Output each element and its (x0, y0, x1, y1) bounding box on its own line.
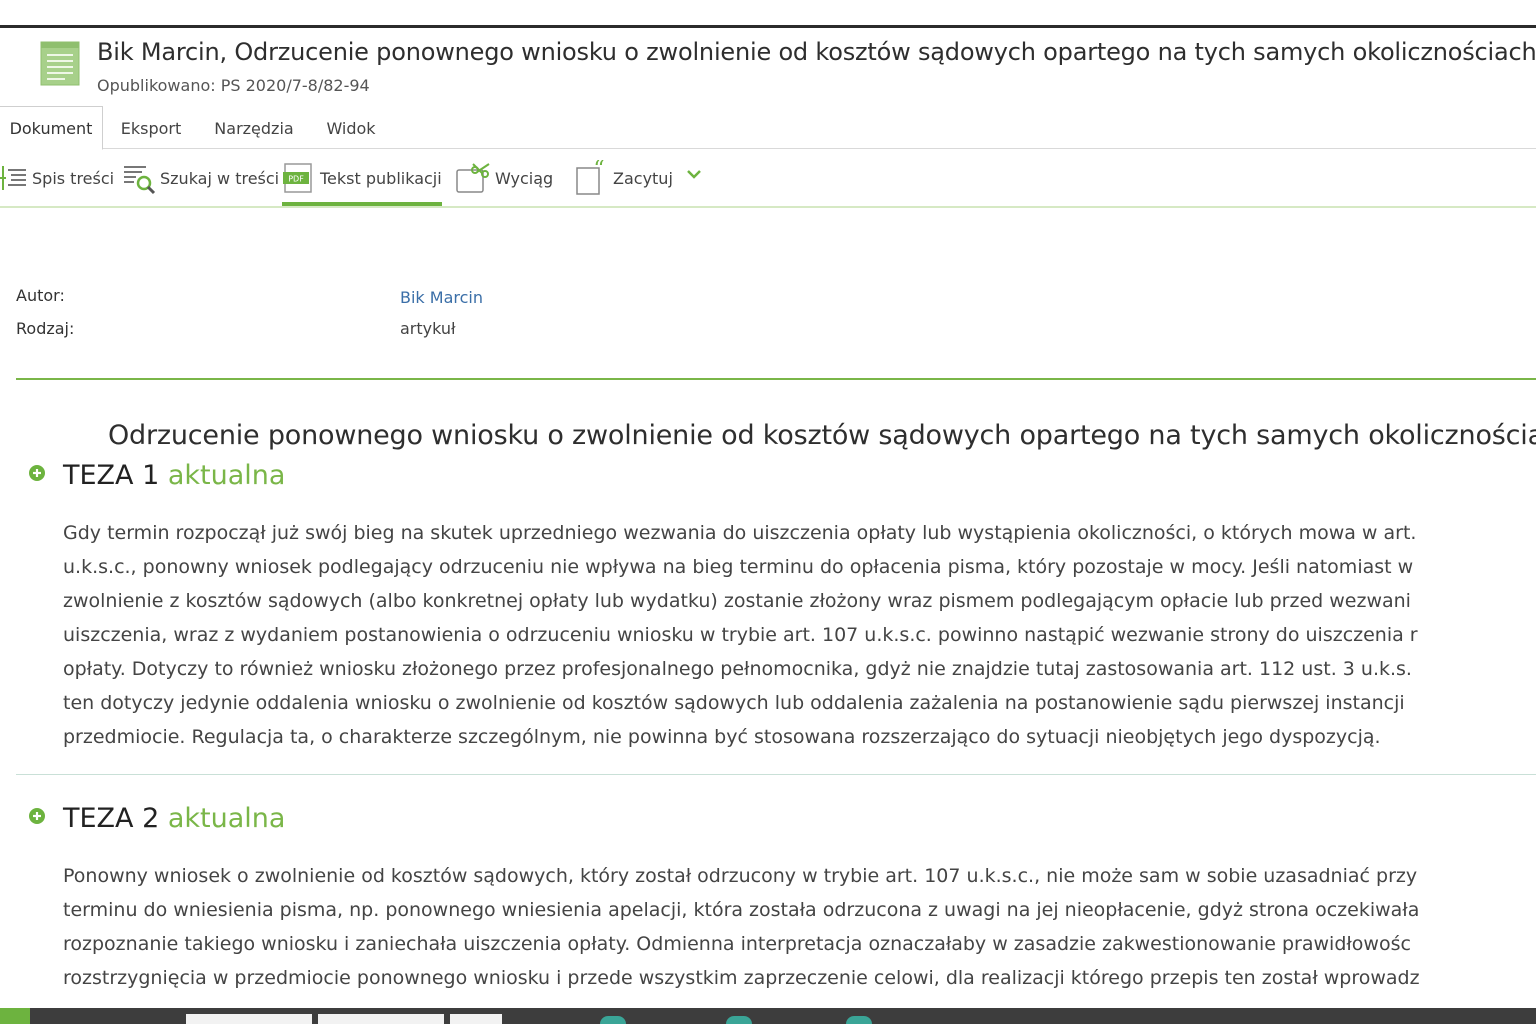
expand-plus-icon[interactable] (28, 464, 46, 482)
thesis-status: aktualna (167, 460, 286, 491)
tab-widok[interactable]: Widok (314, 106, 388, 149)
taskbar-field[interactable] (450, 1014, 502, 1024)
publication-text-button[interactable]: PDF Tekst publikacji (282, 156, 442, 206)
document-header: Bik Marcin, Odrzucenie ponownego wniosku… (0, 28, 1536, 106)
toolbar-divider (0, 206, 1536, 208)
ribbon-tabs: Dokument Eksport Narzędzia Widok (0, 106, 1536, 150)
taskbar-field[interactable] (318, 1014, 444, 1024)
tabs-divider (0, 148, 1536, 149)
svg-text:“: “ (593, 160, 604, 182)
thesis-title: TEZA 1 aktualna (63, 460, 285, 491)
author-label: Autor: (16, 286, 65, 305)
tab-dokument[interactable]: Dokument (0, 106, 103, 150)
type-label: Rodzaj: (16, 319, 75, 338)
thesis-line: przedmiocie. Regulacja ta, o charakterze… (63, 726, 1381, 748)
cite-label: Zacytuj (613, 168, 673, 188)
taskbar-app-icon[interactable] (726, 1016, 752, 1024)
pdf-badge-text: PDF (288, 175, 304, 184)
thesis-line: uiszczenia, wraz z wydaniem postanowieni… (63, 624, 1418, 646)
thesis-title: TEZA 2 aktualna (63, 803, 285, 834)
thesis-line: rozpoznanie takiego wniosku i zaniechała… (63, 933, 1411, 955)
taskbar-accent (0, 1008, 30, 1024)
tab-eksport[interactable]: Eksport (110, 106, 192, 149)
author-link[interactable]: Bik Marcin (400, 288, 483, 307)
search-in-content-button[interactable]: Szukaj w treści (122, 156, 279, 200)
thesis-line: Ponowny wniosek o zwolnienie od kosztów … (63, 865, 1418, 887)
thesis-line: Gdy termin rozpoczął już swój bieg na sk… (63, 522, 1417, 544)
document-toolbar: Spis treści Szukaj w treści PDF Tekst pu… (0, 150, 1536, 208)
toc-icon (0, 166, 26, 190)
thesis-line: opłaty. Dotyczy to również wniosku złożo… (63, 658, 1412, 680)
thesis-line: terminu do wniesienia pisma, np. ponowne… (63, 899, 1420, 921)
type-value: artykuł (400, 319, 456, 338)
document-icon (40, 41, 80, 86)
scissors-icon (456, 163, 490, 193)
tab-narzedzia[interactable]: Narzędzia (203, 106, 305, 149)
excerpt-button[interactable]: Wyciąg (455, 156, 553, 200)
quote-icon: “ (576, 160, 605, 195)
pdf-icon: PDF (283, 163, 312, 193)
thesis-text: Ponowny wniosek o zwolnienie od kosztów … (63, 859, 1536, 1004)
search-icon (124, 166, 156, 195)
thesis-number: TEZA 1 (63, 460, 160, 491)
thesis-line: u.k.s.c., ponowny wniosek podlegający od… (63, 556, 1414, 578)
thesis-text: Gdy termin rozpoczął już swój bieg na sk… (63, 516, 1536, 766)
article-heading: Odrzucenie ponownego wniosku o zwolnieni… (108, 420, 1536, 451)
taskbar-field[interactable] (186, 1014, 312, 1024)
thesis-line: zwolnienie z kosztów sądowych (albo konk… (63, 590, 1411, 612)
thesis-divider (16, 774, 1536, 775)
document-title: Bik Marcin, Odrzucenie ponownego wniosku… (97, 38, 1536, 66)
thesis-line: ten dotyczy jedynie oddalenia wniosku o … (63, 692, 1405, 714)
search-label: Szukaj w treści (160, 168, 280, 188)
toc-label: Spis treści (32, 168, 115, 188)
thesis-line: rozstrzygnięcia w przedmiocie ponownego … (63, 967, 1420, 989)
metadata-divider (16, 378, 1536, 380)
taskbar-app-icon[interactable] (600, 1016, 626, 1024)
cite-button[interactable]: “ Zacytuj (575, 156, 673, 200)
expand-plus-icon[interactable] (28, 807, 46, 825)
chevron-down-icon[interactable] (684, 164, 704, 184)
publication-label: Tekst publikacji (320, 168, 442, 188)
excerpt-label: Wyciąg (495, 168, 554, 188)
toc-button[interactable]: Spis treści (0, 156, 114, 200)
thesis-number: TEZA 2 (63, 803, 160, 834)
thesis-status: aktualna (167, 803, 286, 834)
bottom-taskbar (0, 1008, 1536, 1024)
publication-info: Opublikowano: PS 2020/7-8/82-94 (97, 76, 370, 95)
taskbar-app-icon[interactable] (846, 1016, 872, 1024)
